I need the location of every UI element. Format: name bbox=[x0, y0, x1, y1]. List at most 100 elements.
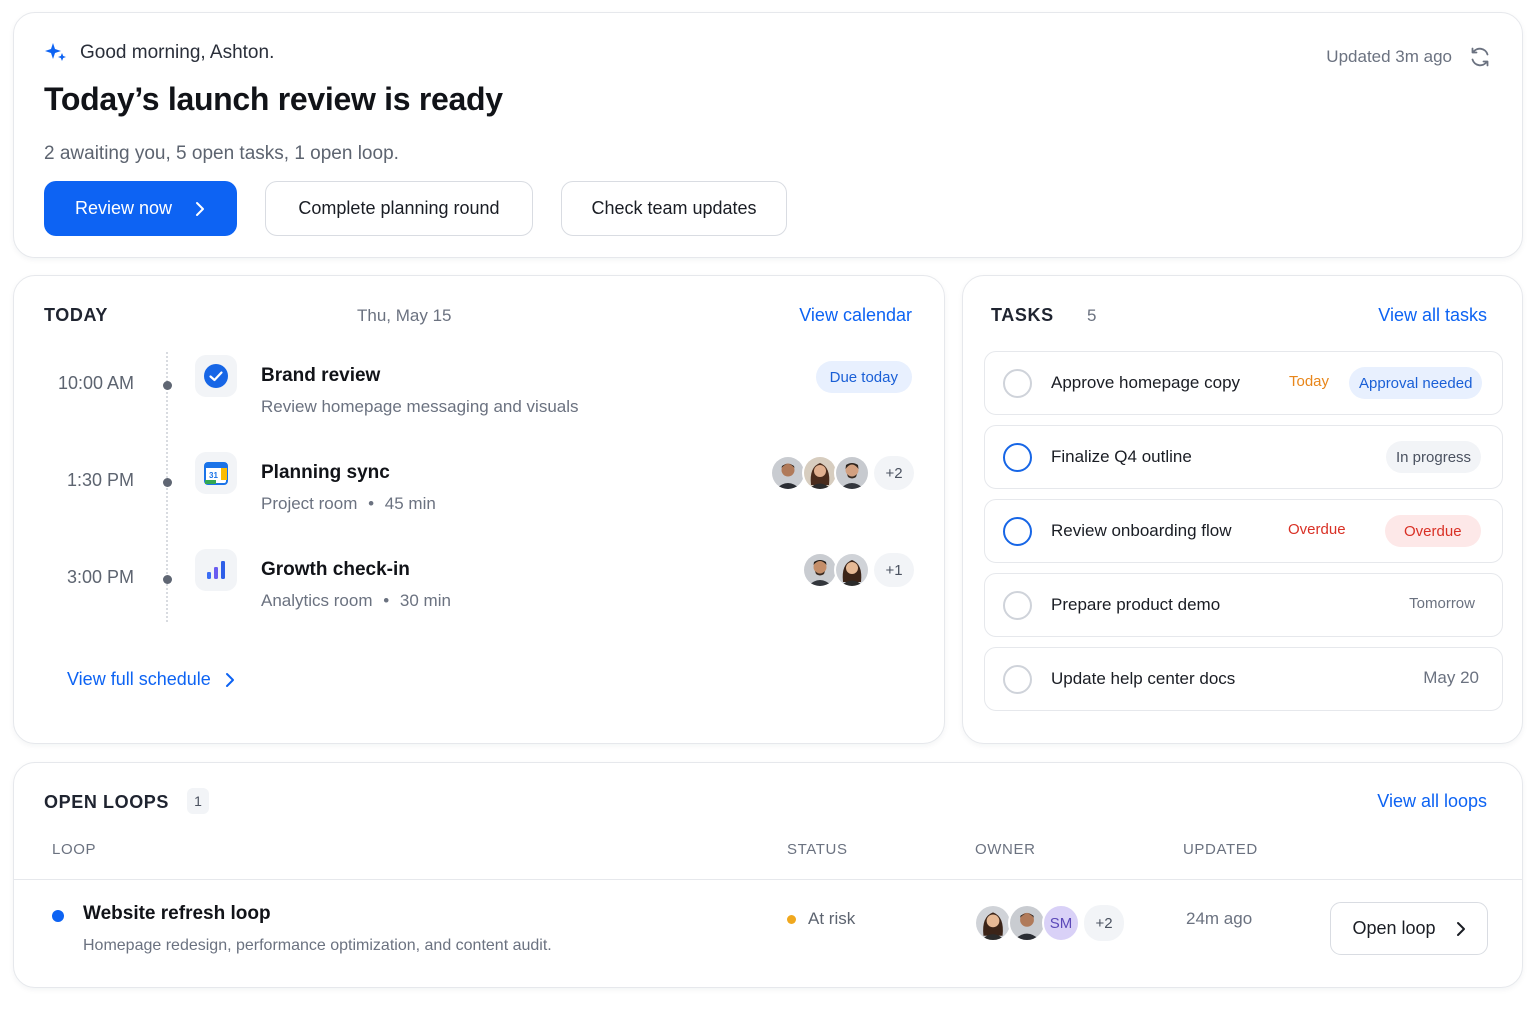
chevron-right-icon bbox=[196, 201, 205, 216]
event-duration: 30 min bbox=[399, 591, 451, 610]
event-icon: 31 bbox=[195, 452, 237, 494]
timeline-dot bbox=[163, 575, 172, 584]
page-subtitle: 2 awaiting you, 5 open tasks, 1 open loo… bbox=[44, 143, 399, 164]
event-brand-review[interactable]: 10:00 AM Brand review Review homepage me… bbox=[14, 355, 946, 453]
event-subtitle: Project room • 45 min bbox=[261, 494, 436, 514]
complete-planning-round-button[interactable]: Complete planning round bbox=[265, 181, 533, 236]
greeting-row: Good morning, Ashton. bbox=[44, 41, 274, 65]
task-due: May 20 bbox=[1423, 668, 1479, 687]
today-card: TODAY Thu, May 15 View calendar 10:00 AM… bbox=[13, 275, 945, 744]
event-icon bbox=[195, 549, 237, 591]
separator: • bbox=[368, 494, 375, 513]
timeline-dot bbox=[163, 478, 172, 487]
review-now-label: Review now bbox=[74, 198, 173, 218]
open-loop-button[interactable]: Open loop bbox=[1330, 902, 1488, 955]
hero-card: Good morning, Ashton. Today’s launch rev… bbox=[13, 12, 1523, 258]
approval-needed-badge: Approval needed bbox=[1349, 367, 1483, 399]
open-loops-card: OPEN LOOPS 1 View all loops LOOP STATUS … bbox=[13, 762, 1523, 988]
column-header-status: STATUS bbox=[787, 841, 848, 858]
event-icon bbox=[195, 355, 237, 397]
task-label: Update help center docs bbox=[1051, 669, 1236, 688]
task-checkbox[interactable] bbox=[1003, 443, 1032, 472]
task-due: Overdue bbox=[1288, 521, 1346, 538]
task-update-help-center-docs[interactable]: Update help center docs May 20 bbox=[984, 647, 1503, 711]
event-location: Project room bbox=[261, 494, 358, 513]
event-time: 3:00 PM bbox=[66, 567, 134, 587]
task-due: Tomorrow bbox=[1409, 595, 1475, 612]
tasks-title: TASKS bbox=[991, 305, 1054, 325]
refresh-icon[interactable] bbox=[1468, 45, 1492, 69]
task-approve-homepage-copy[interactable]: Approve homepage copy Today Approval nee… bbox=[984, 351, 1503, 415]
avatar bbox=[802, 455, 838, 491]
tasks-card: TASKS 5 View all tasks Approve homepage … bbox=[962, 275, 1523, 744]
view-full-schedule-label: View full schedule bbox=[67, 669, 211, 689]
greeting-text: Good morning, Ashton. bbox=[80, 42, 275, 63]
more-owners-chip: +2 bbox=[1084, 905, 1124, 941]
tasks-count: 5 bbox=[1087, 306, 1097, 325]
open-loop-label: Open loop bbox=[1352, 918, 1436, 938]
task-checkbox[interactable] bbox=[1003, 369, 1032, 398]
task-label: Finalize Q4 outline bbox=[1051, 447, 1192, 466]
updated-text: Updated 3m ago bbox=[1326, 47, 1452, 66]
view-full-schedule-link[interactable]: View full schedule bbox=[67, 669, 235, 690]
chevron-right-icon bbox=[225, 672, 234, 687]
view-all-tasks-link[interactable]: View all tasks bbox=[1378, 305, 1487, 326]
sparkle-icon bbox=[45, 43, 66, 61]
bar-chart-icon bbox=[207, 561, 225, 579]
today-title: TODAY bbox=[44, 305, 109, 325]
column-header-owner: OWNER bbox=[975, 841, 1036, 858]
view-all-loops-link[interactable]: View all loops bbox=[1377, 791, 1487, 812]
event-duration: 45 min bbox=[384, 494, 436, 513]
avatar bbox=[834, 455, 870, 491]
task-checkbox[interactable] bbox=[1003, 517, 1032, 546]
task-label: Approve homepage copy bbox=[1051, 373, 1241, 392]
task-due: Today bbox=[1289, 373, 1330, 390]
open-loops-title: OPEN LOOPS bbox=[44, 792, 170, 812]
event-growth-check-in[interactable]: 3:00 PM Growth check-in Analytics room •… bbox=[14, 549, 946, 647]
due-today-badge: Due today bbox=[815, 361, 912, 393]
loop-status-text: At risk bbox=[808, 909, 856, 928]
loop-owners[interactable]: SM +2 bbox=[974, 904, 1124, 942]
timeline-dot bbox=[163, 381, 172, 390]
table-divider bbox=[14, 879, 1522, 880]
today-date: Thu, May 15 bbox=[357, 306, 452, 325]
event-planning-sync[interactable]: 1:30 PM 31 Planning sync Project room • … bbox=[14, 452, 946, 550]
task-finalize-q4-outline[interactable]: Finalize Q4 outline In progress bbox=[984, 425, 1503, 489]
task-checkbox[interactable] bbox=[1003, 591, 1032, 620]
at-risk-dot bbox=[787, 914, 796, 924]
task-review-onboarding-flow[interactable]: Review onboarding flow Overdue Overdue bbox=[984, 499, 1503, 563]
action-buttons: Review now Complete planning round Check… bbox=[44, 181, 787, 236]
event-title: Growth check-in bbox=[261, 559, 410, 580]
in-progress-badge: In progress bbox=[1386, 441, 1482, 473]
task-prepare-product-demo[interactable]: Prepare product demo Tomorrow bbox=[984, 573, 1503, 637]
task-label: Prepare product demo bbox=[1051, 595, 1221, 614]
attendee-avatars[interactable]: +2 bbox=[770, 455, 914, 491]
more-attendees-chip: +1 bbox=[874, 553, 914, 587]
loop-status-dot bbox=[52, 910, 64, 922]
more-attendees-chip: +2 bbox=[874, 456, 914, 490]
column-header-updated: UPDATED bbox=[1183, 841, 1258, 858]
owner-initials-avatar: SM bbox=[1042, 904, 1080, 942]
avatar bbox=[1008, 904, 1046, 942]
chevron-right-icon bbox=[1456, 921, 1465, 936]
avatar bbox=[770, 455, 806, 491]
page-title: Today’s launch review is ready bbox=[44, 81, 503, 117]
avatar bbox=[974, 904, 1012, 942]
event-subtitle: Analytics room • 30 min bbox=[261, 591, 451, 611]
event-title: Brand review bbox=[261, 365, 381, 386]
calendar-icon: 31 bbox=[204, 462, 228, 485]
calendar-day: 31 bbox=[209, 471, 218, 480]
task-checkbox[interactable] bbox=[1003, 665, 1032, 694]
loop-subtitle: Homepage redesign, performance optimizat… bbox=[83, 937, 552, 954]
avatar bbox=[834, 552, 870, 588]
loop-title: Website refresh loop bbox=[83, 903, 271, 924]
task-label: Review onboarding flow bbox=[1051, 521, 1232, 540]
review-now-button[interactable]: Review now bbox=[44, 181, 237, 236]
check-circle-icon bbox=[204, 364, 228, 388]
event-time: 10:00 AM bbox=[57, 373, 134, 393]
attendee-avatars[interactable]: +1 bbox=[802, 552, 914, 588]
column-header-loop: LOOP bbox=[52, 841, 97, 858]
event-location: Analytics room bbox=[261, 591, 373, 610]
view-calendar-link[interactable]: View calendar bbox=[799, 305, 912, 326]
check-team-updates-button[interactable]: Check team updates bbox=[561, 181, 787, 236]
